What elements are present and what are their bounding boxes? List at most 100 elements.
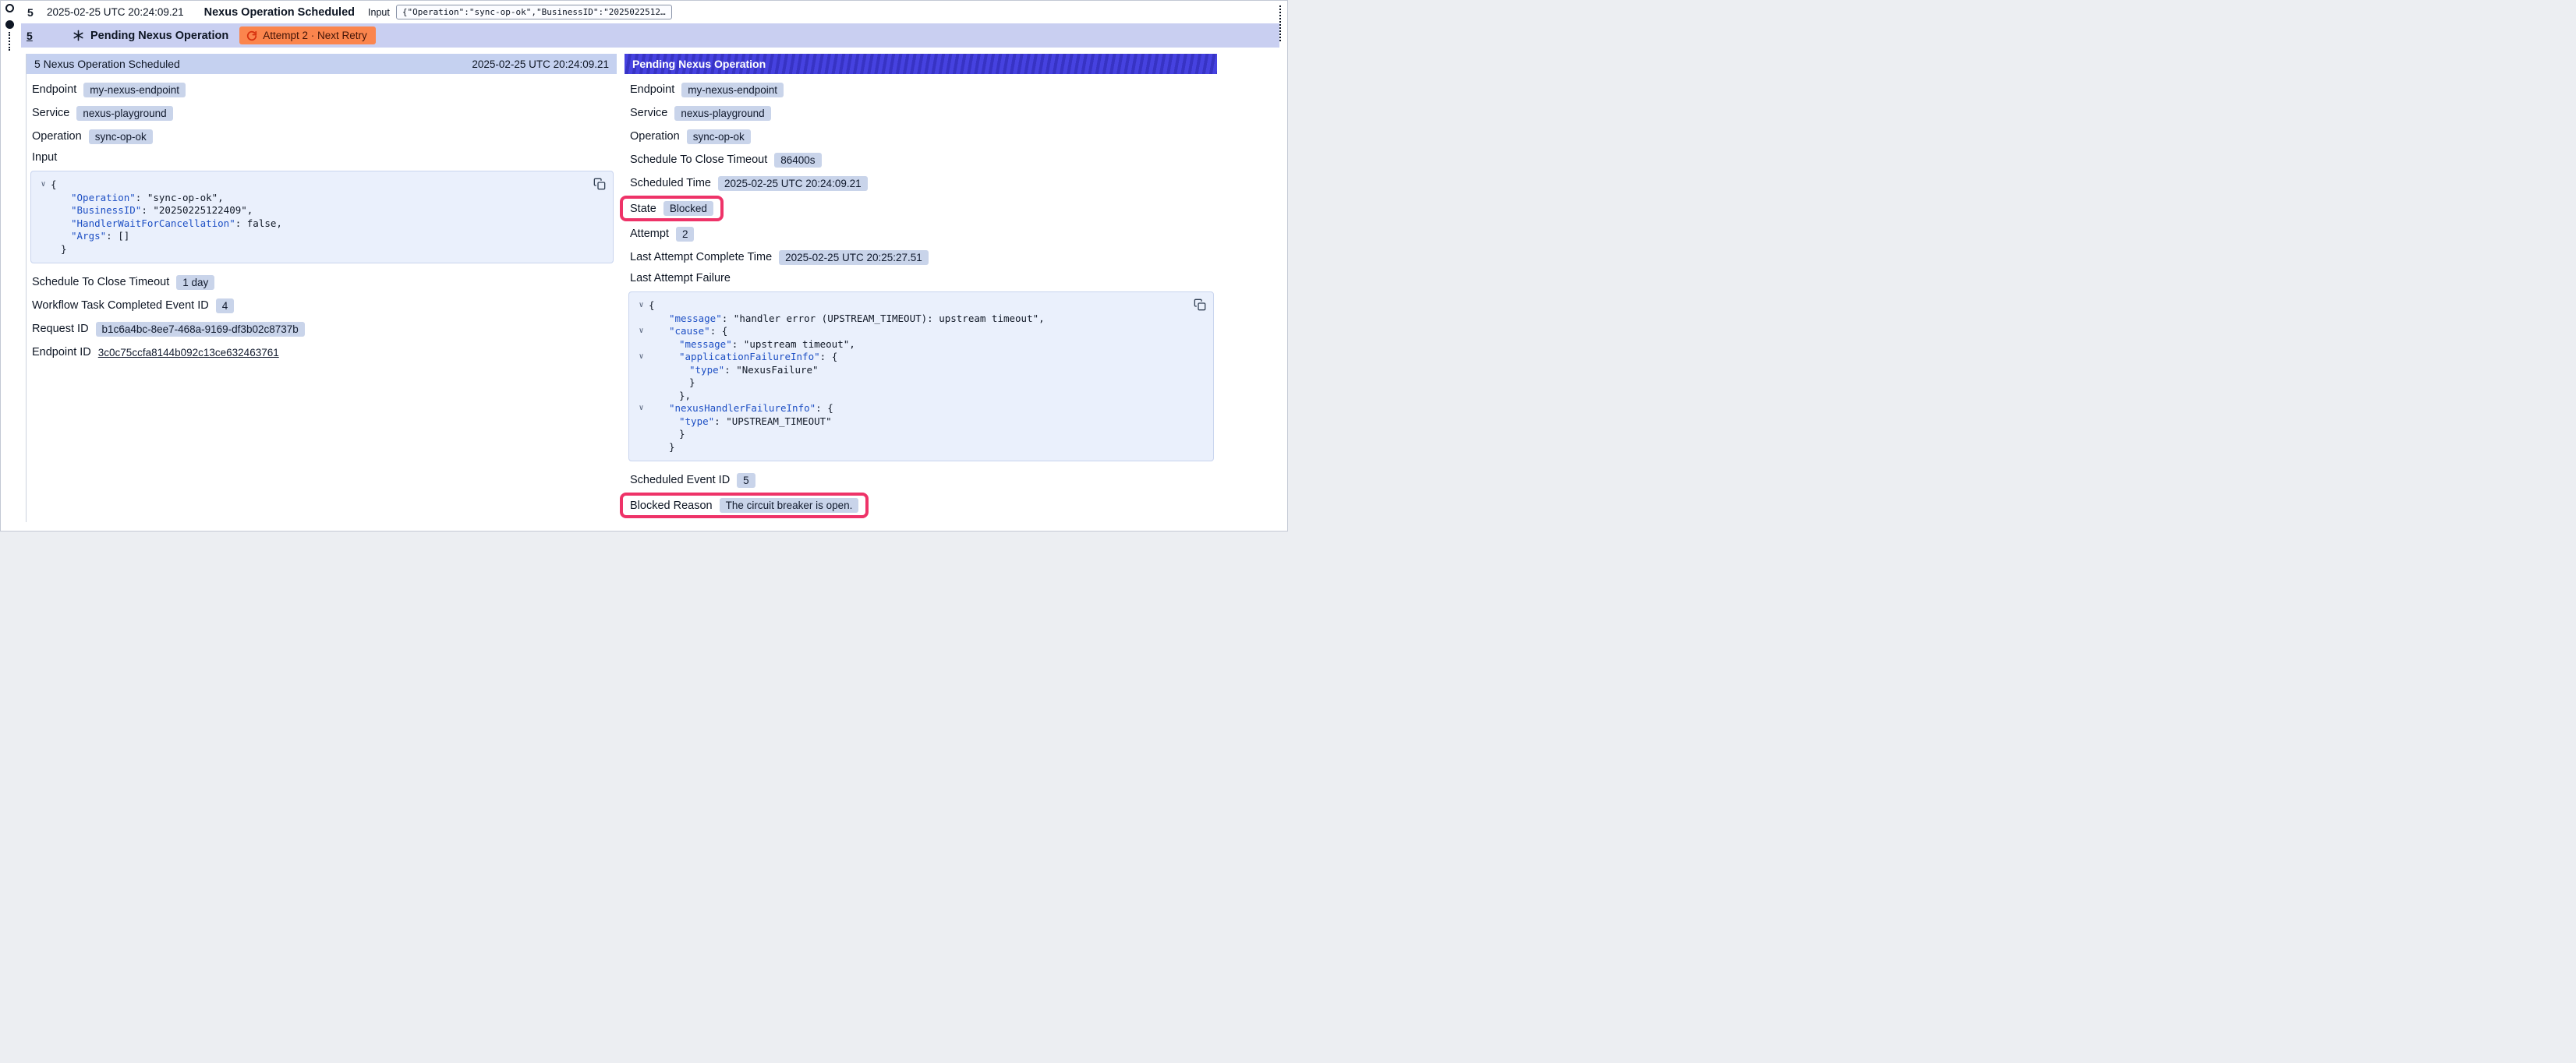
chevron-spacer (36, 230, 51, 243)
event-detail-panels: 5 Nexus Operation Scheduled 2025-02-25 U… (26, 54, 1217, 522)
chevron-spacer (634, 441, 649, 454)
code-line: ∨"applicationFailureInfo": { (634, 351, 1187, 364)
pending-operation-panel-header: Pending Nexus Operation (625, 54, 1217, 74)
collapse-chevron-icon[interactable]: ∨ (634, 402, 649, 415)
code-line: "Args": [] (36, 230, 586, 243)
field-blocked-reason: Blocked ReasonThe circuit breaker is ope… (620, 493, 869, 518)
panel-title: Pending Nexus Operation (632, 58, 766, 70)
event-title: Nexus Operation Scheduled (204, 6, 355, 19)
field-service: Servicenexus-playground (32, 104, 173, 122)
field-label: Service (630, 107, 667, 119)
field-label: Workflow Task Completed Event ID (32, 299, 209, 312)
field-service: Service nexus-playground (630, 104, 771, 122)
fields-top: Endpoint my-nexus-endpoint Service nexus-pl… (630, 81, 1214, 266)
input-json-viewer: ∨{"Operation": "sync-op-ok","BusinessID"… (30, 171, 614, 263)
field-endpoint: Endpoint my-nexus-endpoint (630, 81, 784, 98)
chevron-spacer (634, 390, 649, 403)
code-line: "message": "handler error (UPSTREAM_TIME… (634, 313, 1187, 326)
field-value-badge: my-nexus-endpoint (83, 83, 186, 97)
field-label: Blocked Reason (630, 500, 713, 512)
timeline-filled-node-icon (5, 20, 14, 29)
panel-timestamp: 2025-02-25 UTC 20:24:09.21 (472, 58, 609, 70)
event-id[interactable]: 5 (27, 30, 36, 42)
code-content: "cause": { (669, 325, 727, 338)
code-content: "Operation": "sync-op-ok", (71, 192, 224, 205)
input-label: Input (32, 151, 614, 164)
event-timestamp: 2025-02-25 UTC 20:24:09.21 (47, 6, 184, 18)
code-line: } (634, 441, 1187, 454)
field-label: Schedule To Close Timeout (32, 276, 169, 288)
collapse-chevron-icon[interactable]: ∨ (36, 178, 51, 192)
failure-json-lines: ∨{"message": "handler error (UPSTREAM_TI… (634, 299, 1187, 454)
code-content: "Args": [] (71, 230, 129, 243)
resize-handle-dots[interactable] (1279, 5, 1281, 41)
field-value-badge: 2025-02-25 UTC 20:24:09.21 (718, 176, 868, 191)
fields-bottom: Scheduled Event ID5Blocked ReasonThe cir… (630, 471, 1214, 518)
timeline-dotted-connector (9, 32, 10, 51)
field-schedule-to-close-timeout: Schedule To Close Timeout86400s (630, 151, 822, 168)
pending-operation-panel: Pending Nexus Operation Endpoint my-nexus… (625, 54, 1217, 522)
code-content: "BusinessID": "20250225122409", (71, 204, 253, 217)
field-value-badge: my-nexus-endpoint (681, 83, 784, 97)
field-value-badge: 2 (676, 227, 695, 242)
event-title: Pending Nexus Operation (90, 30, 228, 42)
code-content: } (679, 428, 685, 441)
field-request-id: Request IDb1c6a4bc-8ee7-468a-9169-df3b02… (32, 320, 305, 337)
chevron-spacer (36, 217, 51, 231)
event-row-nexus-operation-scheduled[interactable]: 5 2025-02-25 UTC 20:24:09.21 Nexus Opera… (21, 2, 1279, 23)
field-state: StateBlocked (620, 196, 724, 221)
input-json-lines: ∨{"Operation": "sync-op-ok","BusinessID"… (36, 178, 586, 256)
field-value-badge: nexus-playground (674, 106, 770, 121)
code-line: "type": "NexusFailure" (634, 364, 1187, 377)
field-value-badge: 5 (737, 473, 755, 488)
event-id[interactable]: 5 (27, 6, 37, 19)
code-content: } (61, 243, 67, 256)
field-schedule-to-close-timeout: Schedule To Close Timeout1 day (32, 274, 214, 291)
field-label: Scheduled Event ID (630, 474, 730, 486)
code-line: "HandlerWaitForCancellation": false, (36, 217, 586, 231)
field-value-badge: b1c6a4bc-8ee7-468a-9169-df3b02c8737b (96, 322, 305, 337)
event-input-preview: {"Operation":"sync-op-ok","BusinessID":"… (396, 5, 672, 19)
retry-badge-label: Attempt 2 · Next Retry (263, 30, 367, 41)
chevron-spacer (634, 428, 649, 441)
field-endpoint-id: Endpoint ID 3c0c75ccfa8144b092c13ce632463… (32, 344, 279, 361)
retry-refresh-icon (246, 30, 257, 41)
field-endpoint: Endpointmy-nexus-endpoint (32, 81, 186, 98)
field-label: Schedule To Close Timeout (630, 154, 767, 166)
panel-title: 5 Nexus Operation Scheduled (34, 58, 180, 70)
field-workflow-task-completed-event-id: Workflow Task Completed Event ID 4 (32, 297, 234, 314)
code-line: }, (634, 390, 1187, 403)
collapse-chevron-icon[interactable]: ∨ (634, 325, 649, 338)
field-scheduled-time: Scheduled Time2025-02-25 UTC 20:24:09.21 (630, 175, 868, 192)
event-detail-label: Input (368, 7, 390, 18)
code-line: ∨{ (634, 299, 1187, 313)
field-value-badge: sync-op-ok (687, 129, 751, 144)
collapse-chevron-icon[interactable]: ∨ (634, 299, 649, 313)
chevron-spacer (634, 364, 649, 377)
chevron-spacer (36, 243, 51, 256)
collapse-chevron-icon[interactable]: ∨ (634, 351, 649, 364)
field-operation: Operationsync-op-ok (32, 128, 153, 145)
field-label: Endpoint (630, 83, 674, 96)
code-line: ∨{ (36, 178, 586, 192)
field-value-badge: 4 (216, 298, 235, 313)
failure-json-viewer: ∨{"message": "handler error (UPSTREAM_TI… (628, 291, 1214, 461)
fields-bottom: Schedule To Close Timeout1 day Workflow T… (32, 274, 614, 361)
field-value-badge: sync-op-ok (89, 129, 153, 144)
code-line: ∨"nexusHandlerFailureInfo": { (634, 402, 1187, 415)
field-label: Endpoint ID (32, 346, 91, 358)
copy-icon[interactable] (1194, 298, 1206, 311)
field-last-attempt-complete-time: Last Attempt Complete Time2025-02-25 UTC… (630, 249, 929, 266)
event-row-pending-nexus-operation[interactable]: 5 Pending Nexus Operation Attempt 2 · Ne… (21, 23, 1279, 48)
copy-icon[interactable] (593, 178, 606, 190)
code-content: { (649, 299, 655, 313)
timeline-open-node-icon (5, 4, 14, 12)
code-line: } (634, 428, 1187, 441)
field-value-link[interactable]: 3c0c75ccfa8144b092c13ce632463761 (98, 347, 279, 358)
field-value-badge: Blocked (663, 201, 713, 216)
field-label: Operation (630, 130, 680, 143)
pending-asterisk-icon (73, 30, 84, 41)
code-content: "HandlerWaitForCancellation": false, (71, 217, 282, 231)
code-line: } (634, 376, 1187, 390)
field-operation: Operation sync-op-ok (630, 128, 751, 145)
